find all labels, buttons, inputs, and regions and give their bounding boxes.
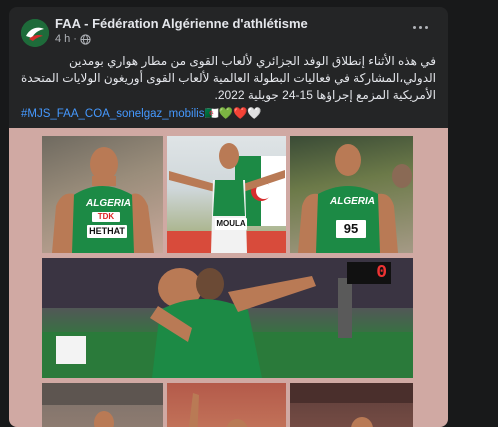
more-dot <box>424 25 428 29</box>
faa-logo-icon <box>21 19 49 47</box>
post-card: FAA - Fédération Algérienne d'athlétisme… <box>9 7 448 427</box>
globe-icon <box>80 33 91 45</box>
gallery-photo-7[interactable] <box>290 383 413 427</box>
bib-number: 95 <box>336 220 366 238</box>
gallery-photo-3[interactable]: ALGERIA 95 <box>290 136 413 253</box>
gallery-photo-6[interactable] <box>167 383 286 427</box>
more-options-button[interactable] <box>408 19 432 35</box>
emoji-string: 🇩🇿💚❤️🤍 <box>204 108 262 120</box>
gallery-photo-1[interactable]: TDK HETHAT ALGERIA <box>42 136 163 253</box>
athlete-figure <box>42 383 163 427</box>
more-dot <box>412 25 416 29</box>
hashtags-line: #MJS_FAA_COA_sonelgaz_mobilis🇩🇿💚❤️🤍 <box>21 106 262 120</box>
post-text: في هذه الأثناء إنطلاق الوفد الجزائري لأل… <box>21 54 436 102</box>
gallery-photo-4[interactable]: 0 <box>42 258 413 378</box>
post-time[interactable]: 4 h <box>55 33 70 45</box>
jersey-text: ALGERIA <box>86 198 131 209</box>
bib-name: MOULA <box>215 218 247 230</box>
bib-name: HETHAT <box>87 225 127 238</box>
page-name[interactable]: FAA - Fédération Algérienne d'athlétisme <box>55 16 308 31</box>
jersey-text: ALGERIA <box>330 196 375 207</box>
bib-tag: TDK <box>92 212 120 222</box>
gallery-photo-2[interactable]: MOULA <box>167 136 286 253</box>
gallery-photo-5[interactable] <box>42 383 163 427</box>
post-meta: 4 h · <box>55 33 91 45</box>
photo-gallery: TDK HETHAT ALGERIA MOULA ALGERIA 95 0 <box>9 128 448 427</box>
more-dot <box>418 25 422 29</box>
athlete-figure <box>188 393 248 427</box>
scoreboard-display: 0 <box>347 262 391 284</box>
page-avatar[interactable] <box>21 19 49 47</box>
hashtag-link[interactable]: #MJS_FAA_COA_sonelgaz_mobilis <box>21 108 204 120</box>
separator-dot: · <box>73 33 77 45</box>
athlete-figure <box>290 383 413 427</box>
athlete-figure <box>169 143 285 253</box>
